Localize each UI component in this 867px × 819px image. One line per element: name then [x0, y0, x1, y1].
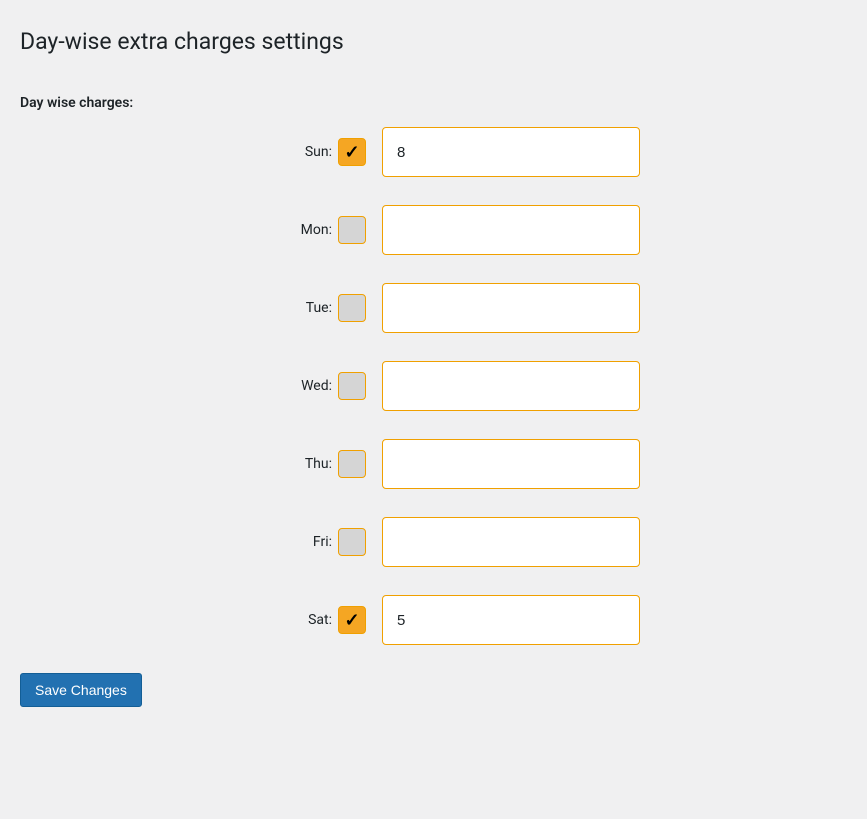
day-label-wed: Wed:: [280, 378, 338, 394]
day-row-thu: Thu:: [20, 439, 847, 489]
day-row-tue: Tue:: [20, 283, 847, 333]
day-row-fri: Fri:: [20, 517, 847, 567]
day-row-sun: Sun: ✓: [20, 127, 847, 177]
section-label: Day wise charges:: [20, 95, 847, 111]
day-charges-form: Sun: ✓ Mon: Tue: Wed: Thu:: [20, 127, 847, 645]
day-charge-input-tue[interactable]: [382, 283, 640, 333]
day-label-tue: Tue:: [280, 300, 338, 316]
day-checkbox-fri[interactable]: [338, 528, 366, 556]
day-label-sun: Sun:: [280, 144, 338, 160]
save-button[interactable]: Save Changes: [20, 673, 142, 707]
check-icon: ✓: [344, 610, 359, 631]
day-label-sat: Sat:: [280, 612, 338, 628]
page-title: Day-wise extra charges settings: [20, 28, 847, 55]
day-label-thu: Thu:: [280, 456, 338, 472]
day-checkbox-thu[interactable]: [338, 450, 366, 478]
day-checkbox-wed[interactable]: [338, 372, 366, 400]
day-checkbox-sat[interactable]: ✓: [338, 606, 366, 634]
day-row-sat: Sat: ✓: [20, 595, 847, 645]
day-charge-input-sat[interactable]: [382, 595, 640, 645]
day-label-mon: Mon:: [280, 222, 338, 238]
day-charge-input-thu[interactable]: [382, 439, 640, 489]
day-charge-input-fri[interactable]: [382, 517, 640, 567]
day-row-mon: Mon:: [20, 205, 847, 255]
day-row-wed: Wed:: [20, 361, 847, 411]
day-charge-input-wed[interactable]: [382, 361, 640, 411]
day-charge-input-mon[interactable]: [382, 205, 640, 255]
day-label-fri: Fri:: [280, 534, 338, 550]
day-checkbox-sun[interactable]: ✓: [338, 138, 366, 166]
day-checkbox-tue[interactable]: [338, 294, 366, 322]
day-checkbox-mon[interactable]: [338, 216, 366, 244]
day-charge-input-sun[interactable]: [382, 127, 640, 177]
check-icon: ✓: [344, 142, 359, 163]
